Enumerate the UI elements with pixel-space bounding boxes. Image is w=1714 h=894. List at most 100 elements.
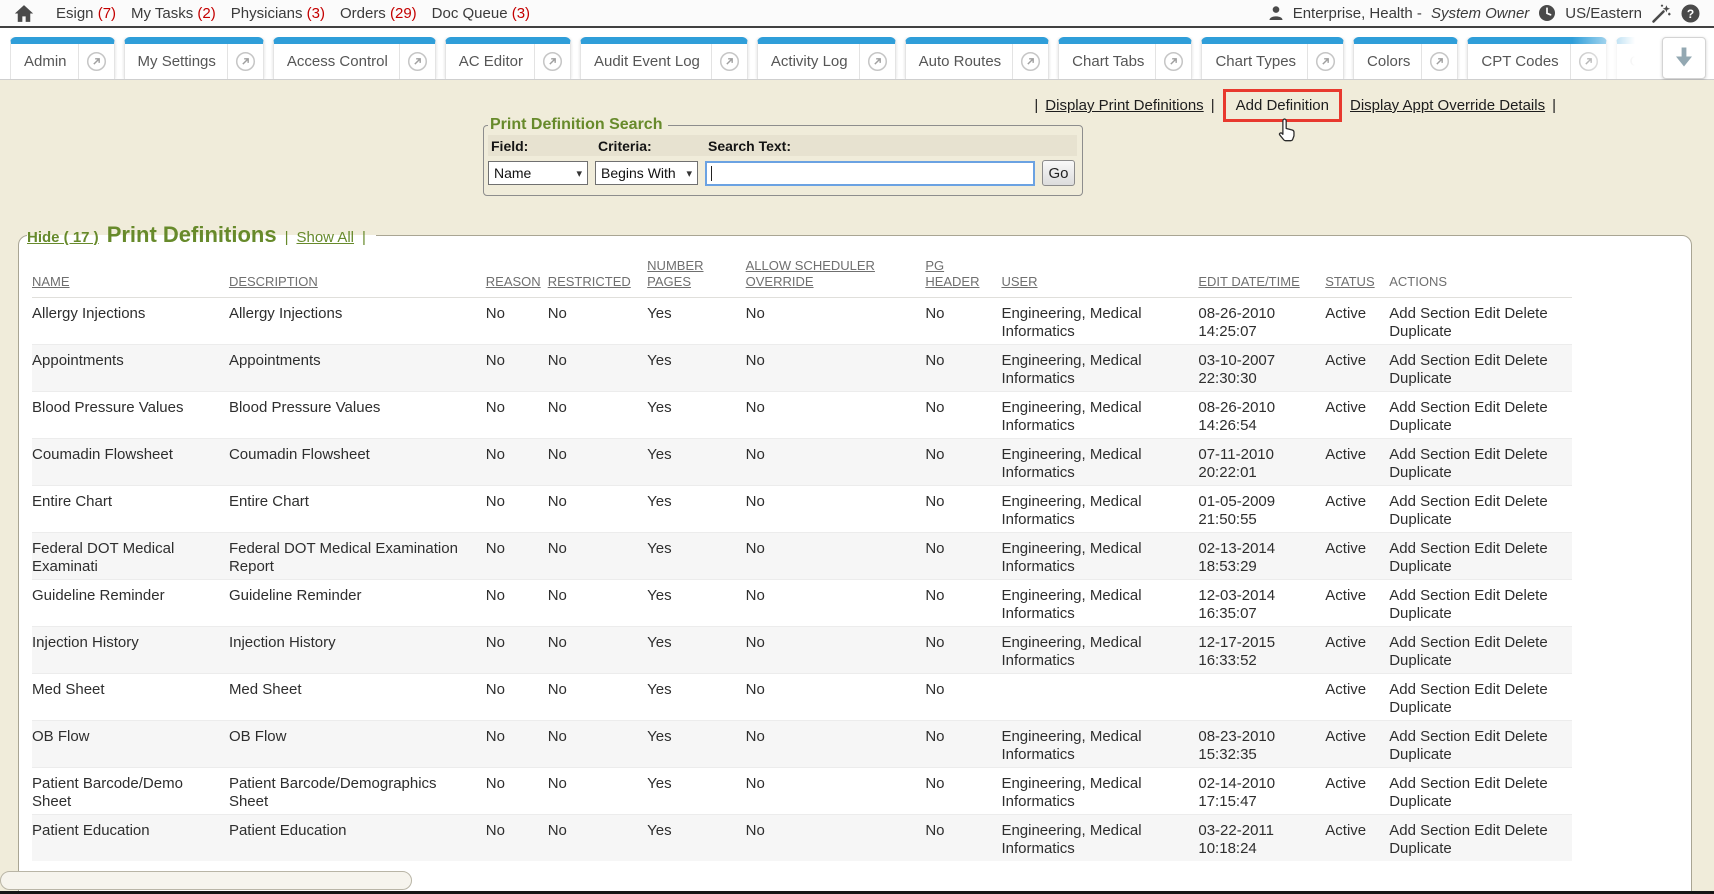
launch-icon[interactable] (859, 44, 895, 79)
launch-icon[interactable] (78, 44, 114, 79)
row-action-duplicate[interactable]: Duplicate (1389, 699, 1452, 716)
link-display-print-definitions[interactable]: Display Print Definitions (1045, 97, 1203, 114)
row-action-add-section[interactable]: Add Section (1389, 399, 1470, 416)
row-action-add-section[interactable]: Add Section (1389, 493, 1470, 510)
column-header-reason[interactable]: REASON (486, 254, 548, 298)
tab-admin[interactable]: Admin (10, 37, 115, 79)
row-action-delete[interactable]: Delete (1504, 352, 1547, 369)
tab-chart-tabs[interactable]: Chart Tabs (1058, 37, 1192, 79)
row-action-edit[interactable]: Edit (1474, 822, 1500, 839)
row-action-duplicate[interactable]: Duplicate (1389, 605, 1452, 622)
topnav-item-doc-queue[interactable]: Doc Queue (3) (432, 5, 530, 22)
launch-icon[interactable] (1012, 44, 1048, 79)
row-action-add-section[interactable]: Add Section (1389, 681, 1470, 698)
row-action-add-section[interactable]: Add Section (1389, 728, 1470, 745)
row-action-delete[interactable]: Delete (1504, 493, 1547, 510)
launch-icon[interactable] (1307, 44, 1343, 79)
column-header-edit-date-time[interactable]: EDIT DATE/TIME (1198, 254, 1325, 298)
tab-access-control[interactable]: Access Control (273, 37, 436, 79)
row-action-delete[interactable]: Delete (1504, 399, 1547, 416)
launch-icon[interactable] (1570, 44, 1606, 79)
topnav-item-orders[interactable]: Orders (29) (340, 5, 417, 22)
hide-link[interactable]: Hide ( 17 ) (27, 229, 99, 246)
row-action-edit[interactable]: Edit (1474, 399, 1500, 416)
tab-audit-event-log[interactable]: Audit Event Log (580, 37, 748, 79)
criteria-select[interactable]: Begins With ▾ (595, 161, 698, 185)
tab-chart-types[interactable]: Chart Types (1201, 37, 1344, 79)
show-all-link[interactable]: Show All (296, 229, 354, 246)
row-action-delete[interactable]: Delete (1504, 681, 1547, 698)
launch-icon[interactable] (711, 44, 747, 79)
tab-overflow-button[interactable] (1662, 37, 1706, 79)
row-action-edit[interactable]: Edit (1474, 728, 1500, 745)
row-action-add-section[interactable]: Add Section (1389, 446, 1470, 463)
tab-cpt-codes[interactable]: CPT Codes (1467, 37, 1606, 79)
topnav-item-physicians[interactable]: Physicians (3) (231, 5, 325, 22)
row-action-duplicate[interactable]: Duplicate (1389, 558, 1452, 575)
row-action-duplicate[interactable]: Duplicate (1389, 793, 1452, 810)
launch-icon[interactable] (534, 44, 570, 79)
wand-icon[interactable] (1651, 3, 1672, 24)
horizontal-scrollbar[interactable] (0, 871, 412, 890)
column-header-description[interactable]: DESCRIPTION (229, 254, 486, 298)
row-action-edit[interactable]: Edit (1474, 681, 1500, 698)
row-action-delete[interactable]: Delete (1504, 822, 1547, 839)
row-action-duplicate[interactable]: Duplicate (1389, 323, 1452, 340)
row-action-add-section[interactable]: Add Section (1389, 634, 1470, 651)
row-action-edit[interactable]: Edit (1474, 305, 1500, 322)
column-header-pg-header[interactable]: PG HEADER (925, 254, 1001, 298)
row-action-delete[interactable]: Delete (1504, 775, 1547, 792)
clock-icon[interactable] (1538, 4, 1556, 22)
link-add-definition[interactable]: Add Definition (1236, 97, 1329, 114)
row-action-duplicate[interactable]: Duplicate (1389, 464, 1452, 481)
row-action-duplicate[interactable]: Duplicate (1389, 511, 1452, 528)
tab-my-settings[interactable]: My Settings (124, 37, 264, 79)
launch-icon[interactable] (1421, 44, 1457, 79)
row-action-delete[interactable]: Delete (1504, 305, 1547, 322)
user-icon[interactable] (1268, 5, 1284, 21)
link-display-appt-override-details[interactable]: Display Appt Override Details (1350, 97, 1545, 114)
search-text-input[interactable] (705, 161, 1035, 186)
tab-colors[interactable]: Colors (1353, 37, 1458, 79)
row-action-add-section[interactable]: Add Section (1389, 822, 1470, 839)
tab-activity-log[interactable]: Activity Log (757, 37, 896, 79)
column-header-user[interactable]: USER (1001, 254, 1198, 298)
column-header-name[interactable]: NAME (32, 254, 229, 298)
row-action-add-section[interactable]: Add Section (1389, 775, 1470, 792)
row-action-edit[interactable]: Edit (1474, 446, 1500, 463)
row-action-edit[interactable]: Edit (1474, 634, 1500, 651)
row-action-edit[interactable]: Edit (1474, 587, 1500, 604)
tab-ac-editor[interactable]: AC Editor (445, 37, 571, 79)
help-icon[interactable]: ? (1681, 4, 1700, 23)
row-action-duplicate[interactable]: Duplicate (1389, 652, 1452, 669)
launch-icon[interactable] (227, 44, 263, 79)
row-action-delete[interactable]: Delete (1504, 540, 1547, 557)
row-action-add-section[interactable]: Add Section (1389, 587, 1470, 604)
launch-icon[interactable] (1155, 44, 1191, 79)
column-header-restricted[interactable]: RESTRICTED (548, 254, 647, 298)
tab-auto-routes[interactable]: Auto Routes (905, 37, 1050, 79)
column-header-status[interactable]: STATUS (1325, 254, 1389, 298)
launch-icon[interactable] (399, 44, 435, 79)
row-action-add-section[interactable]: Add Section (1389, 352, 1470, 369)
column-header-number-pages[interactable]: NUMBER PAGES (647, 254, 745, 298)
tab-cpt-requirements[interactable]: CPT Requirements (1616, 37, 1655, 79)
row-action-add-section[interactable]: Add Section (1389, 540, 1470, 557)
topnav-item-esign[interactable]: Esign (7) (56, 5, 116, 22)
row-action-duplicate[interactable]: Duplicate (1389, 746, 1452, 763)
row-action-edit[interactable]: Edit (1474, 493, 1500, 510)
row-action-delete[interactable]: Delete (1504, 728, 1547, 745)
row-action-delete[interactable]: Delete (1504, 446, 1547, 463)
row-action-delete[interactable]: Delete (1504, 634, 1547, 651)
field-select[interactable]: Name ▾ (488, 161, 588, 185)
row-action-duplicate[interactable]: Duplicate (1389, 370, 1452, 387)
topnav-item-my-tasks[interactable]: My Tasks (2) (131, 5, 216, 22)
go-button[interactable]: Go (1042, 160, 1075, 186)
row-action-edit[interactable]: Edit (1474, 540, 1500, 557)
row-action-edit[interactable]: Edit (1474, 775, 1500, 792)
row-action-duplicate[interactable]: Duplicate (1389, 417, 1452, 434)
home-button[interactable] (14, 4, 34, 23)
row-action-duplicate[interactable]: Duplicate (1389, 840, 1452, 857)
column-header-allow-scheduler-override[interactable]: ALLOW SCHEDULER OVERRIDE (746, 254, 926, 298)
row-action-edit[interactable]: Edit (1474, 352, 1500, 369)
